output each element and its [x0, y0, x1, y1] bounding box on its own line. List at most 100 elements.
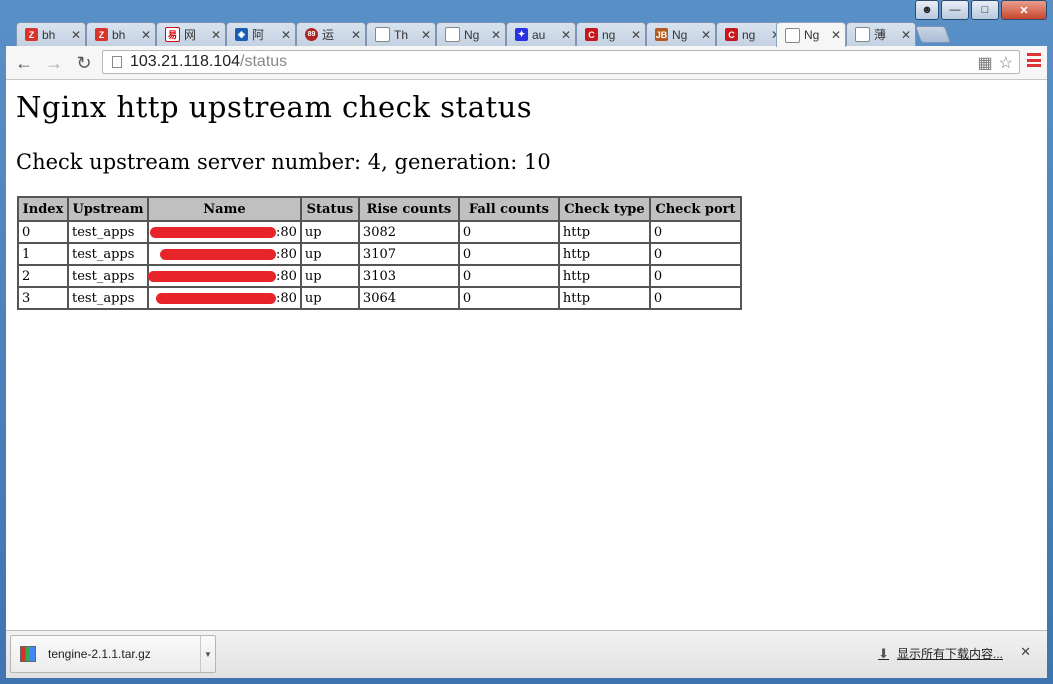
tab[interactable]: Th ✕	[366, 22, 436, 46]
table-row: 1 test_apps :80 up 3107 0 http 0	[17, 242, 742, 266]
tab[interactable]: C ng ✕	[576, 22, 646, 46]
type-cell: http	[557, 220, 651, 244]
tab-active[interactable]: Ng ✕	[776, 22, 846, 47]
page-title: Nginx http upstream check status	[16, 90, 533, 124]
tab[interactable]: Ng ✕	[436, 22, 506, 46]
name-port: :80	[276, 224, 297, 240]
rise-cell: 3064	[357, 286, 460, 310]
tab-close-icon[interactable]: ✕	[211, 28, 221, 42]
tab[interactable]: ◈ 阿 ✕	[226, 22, 296, 46]
tab-close-icon[interactable]: ✕	[561, 28, 571, 42]
fall-cell: 0	[457, 242, 560, 266]
jb-icon: JB	[655, 28, 668, 41]
tab[interactable]: 易 网 ✕	[156, 22, 226, 46]
tab-close-icon[interactable]: ✕	[71, 28, 81, 42]
page-icon	[785, 27, 800, 43]
show-all-downloads-link[interactable]: ⬇ 显示所有下载内容...	[878, 645, 1003, 662]
name-cell: :80	[147, 264, 302, 288]
tab-strip: Z bh ✕ Z bh ✕ 易 网 ✕ ◈ 阿 ✕ 89 运 ✕ Th ✕ Ng…	[0, 20, 1053, 47]
rise-cell: 3082	[357, 220, 460, 244]
tab[interactable]: Z bh ✕	[86, 22, 156, 46]
close-icon[interactable]: ✕	[1020, 644, 1031, 660]
column-header: Name	[147, 196, 302, 222]
download-arrow-icon: ⬇	[878, 645, 889, 661]
upstream-cell: test_apps	[67, 242, 149, 266]
column-header: Check port	[648, 196, 742, 222]
tab-close-icon[interactable]: ✕	[491, 28, 501, 42]
forward-arrow-icon[interactable]: →	[42, 52, 66, 74]
port-cell: 0	[648, 242, 742, 266]
user-icon[interactable]: ☻	[915, 0, 939, 20]
tab-label: ng	[742, 27, 756, 42]
name-port: :80	[276, 246, 297, 262]
upstream-cell: test_apps	[67, 286, 149, 310]
menu-icon[interactable]	[1027, 53, 1041, 67]
tab-close-icon[interactable]: ✕	[831, 28, 841, 42]
address-bar[interactable]: 103.21.118.104/status ▦ ☆	[102, 50, 1020, 74]
page-icon	[445, 27, 460, 42]
upstream-status-table: Index Upstream Name Status Rise counts F…	[17, 196, 742, 310]
browser-toolbar: ← → ↻ 103.21.118.104/status ▦ ☆	[6, 46, 1047, 80]
fall-cell: 0	[457, 220, 560, 244]
back-arrow-icon[interactable]: ←	[12, 52, 36, 74]
rise-cell: 3103	[357, 264, 460, 288]
index-cell: 0	[17, 220, 69, 244]
status-cell: up	[299, 264, 360, 288]
tab-label: au	[532, 27, 546, 42]
name-cell: :80	[147, 286, 302, 310]
tab[interactable]: Z bh ✕	[16, 22, 86, 46]
url-path: /status	[240, 53, 288, 70]
index-cell: 1	[17, 242, 69, 266]
type-cell: http	[557, 242, 651, 266]
window-controls: ☻ — □ ✕	[915, 0, 1047, 22]
browser-window: ☻ — □ ✕ Z bh ✕ Z bh ✕ 易 网 ✕ ◈ 阿 ✕ 89 运 ✕	[0, 0, 1053, 684]
tab-label: bh	[112, 27, 126, 42]
close-window-button[interactable]: ✕	[1001, 0, 1047, 20]
chevron-down-icon[interactable]: ▼	[200, 636, 215, 672]
tab-label: Ng	[464, 27, 480, 42]
tab-close-icon[interactable]: ✕	[421, 28, 431, 42]
tab[interactable]: ✦ au ✕	[506, 22, 576, 46]
tab-close-icon[interactable]: ✕	[351, 28, 361, 42]
page-icon	[375, 27, 390, 42]
table-row: 0 test_apps :80 up 3082 0 http 0	[17, 220, 742, 244]
new-tab-button[interactable]	[914, 26, 952, 43]
tab[interactable]: 薄 ✕	[846, 22, 916, 46]
name-cell: :80	[147, 220, 302, 244]
tab-close-icon[interactable]: ✕	[631, 28, 641, 42]
tab-label: Ng	[672, 27, 688, 42]
tab[interactable]: JB Ng ✕	[646, 22, 716, 46]
url-host: 103.21.118.104	[130, 53, 241, 70]
netease-icon: 易	[165, 27, 180, 42]
port-cell: 0	[648, 264, 742, 288]
tab-label: 网	[184, 28, 197, 42]
translate-icon[interactable]: ▦	[978, 53, 993, 73]
column-header: Index	[17, 196, 69, 222]
download-item[interactable]: tengine-2.1.1.tar.gz ▼	[10, 635, 216, 673]
column-header: Check type	[557, 196, 651, 222]
minimize-button[interactable]: —	[941, 0, 969, 20]
tab-close-icon[interactable]: ✕	[281, 28, 291, 42]
tab-label: 阿	[252, 28, 265, 42]
maximize-button[interactable]: □	[971, 0, 999, 20]
fall-cell: 0	[457, 264, 560, 288]
tab-label: bh	[42, 27, 56, 42]
tab-label: 薄	[874, 28, 887, 42]
reload-icon[interactable]: ↻	[72, 52, 96, 74]
tab-label: 运	[322, 28, 335, 42]
page-content: Nginx http upstream check status Check u…	[6, 80, 1047, 630]
tab[interactable]: 89 运 ✕	[296, 22, 366, 46]
table-row: 2 test_apps :80 up 3103 0 http 0	[17, 264, 742, 288]
redaction-mark	[160, 248, 276, 260]
page-icon	[112, 56, 122, 68]
tab-close-icon[interactable]: ✕	[141, 28, 151, 42]
tab-close-icon[interactable]: ✕	[901, 28, 911, 42]
download-shelf: tengine-2.1.1.tar.gz ▼ ⬇ 显示所有下载内容... ✕	[6, 630, 1047, 678]
column-header: Rise counts	[357, 196, 460, 222]
status-cell: up	[299, 286, 360, 310]
archive-file-icon	[20, 646, 36, 662]
tab-close-icon[interactable]: ✕	[701, 28, 711, 42]
tab-label: Th	[394, 27, 409, 42]
bookmark-star-icon[interactable]: ☆	[999, 53, 1013, 73]
port-cell: 0	[648, 286, 742, 310]
